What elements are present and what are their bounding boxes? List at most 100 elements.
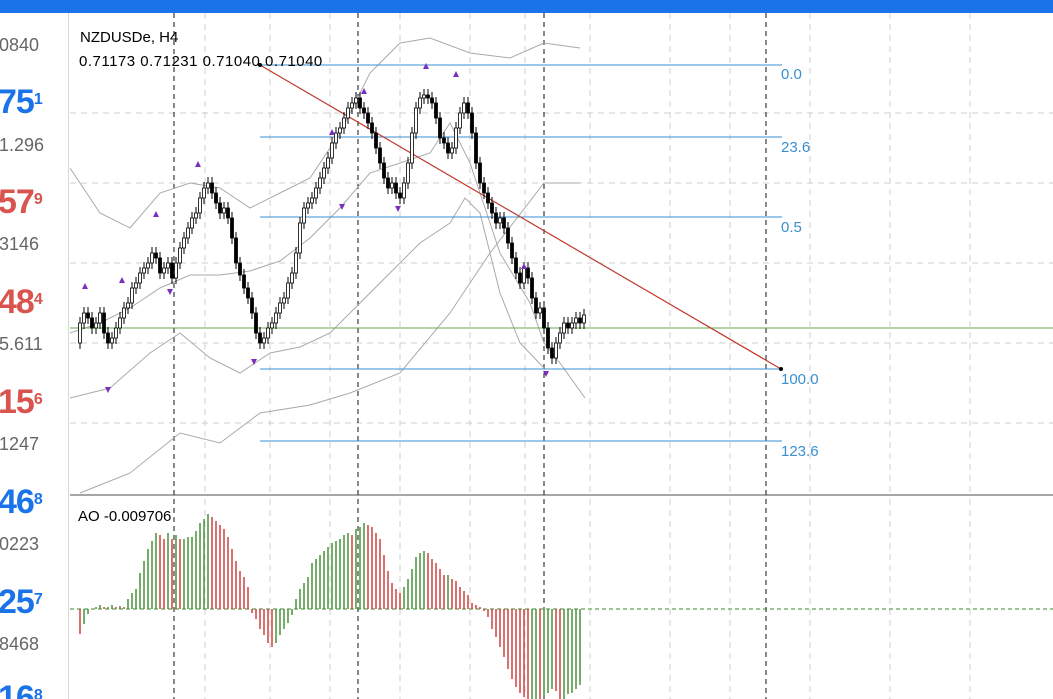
- fractal-down-marker: [105, 387, 111, 393]
- candle-body: [398, 192, 402, 199]
- candle-body: [406, 162, 410, 184]
- candle-body: [402, 182, 406, 199]
- candle-body: [362, 107, 366, 114]
- candle-body: [538, 307, 542, 314]
- quote-price-big[interactable]: 579: [0, 185, 43, 219]
- candle-body: [478, 162, 482, 184]
- candle-body: [98, 312, 102, 324]
- quote-price-big[interactable]: 156: [0, 385, 43, 419]
- candle-body: [118, 317, 122, 329]
- fib-level-label: 123.6: [781, 443, 819, 460]
- candle-body: [218, 202, 222, 214]
- candle-body: [250, 297, 254, 314]
- fractal-down-marker: [167, 289, 173, 295]
- quote-price-big[interactable]: 468: [0, 485, 43, 519]
- candle-body: [498, 217, 502, 224]
- candle-body: [78, 322, 82, 344]
- candle-body: [270, 322, 274, 329]
- candle-body: [178, 247, 182, 264]
- candle-body: [418, 97, 422, 109]
- candle-body: [310, 197, 314, 204]
- candle-body: [294, 252, 298, 274]
- candle-body: [382, 162, 386, 179]
- quotes-panel[interactable]: 0840 751 1.296 579 3146 484 5.611 156 12…: [0, 13, 69, 699]
- candle-body: [518, 272, 522, 284]
- candle-body: [142, 267, 146, 274]
- fib-level-label: 23.6: [781, 139, 811, 156]
- candle-body: [378, 147, 382, 164]
- fractal-up-marker: [119, 277, 125, 283]
- candle-body: [242, 274, 246, 289]
- fractal-up-marker: [521, 263, 527, 269]
- candle-body: [386, 177, 390, 189]
- candle-body: [482, 182, 486, 194]
- candle-body: [414, 107, 418, 134]
- candle-body: [470, 112, 474, 134]
- candle-body: [554, 342, 558, 359]
- candle-body: [542, 307, 546, 329]
- candle-body: [322, 167, 326, 179]
- price-chart[interactable]: NZDUSDe, H4 0.71173 0.71231 0.71040 0.71…: [70, 13, 1053, 699]
- quote-price-small: 1247: [0, 434, 40, 454]
- candle-body: [266, 327, 270, 339]
- candle-body: [430, 97, 434, 104]
- candle-body: [454, 127, 458, 149]
- fractal-down-marker: [339, 204, 345, 210]
- candle-body: [174, 262, 178, 279]
- candle-body: [458, 112, 462, 129]
- candle-body: [146, 262, 150, 269]
- candle-body: [446, 142, 450, 154]
- quote-price-small: 8468: [0, 634, 40, 654]
- quote-price-big[interactable]: 257: [0, 585, 43, 619]
- candle-body: [546, 327, 550, 349]
- candle-body: [170, 262, 174, 279]
- bollinger-lower-band: [70, 197, 545, 399]
- candle-body: [190, 217, 194, 229]
- candle-body: [318, 177, 322, 189]
- candle-body: [154, 252, 158, 259]
- quote-price-big[interactable]: 168: [0, 681, 43, 699]
- candle-body: [514, 257, 518, 274]
- candle-body: [290, 272, 294, 284]
- candle-body: [214, 192, 218, 204]
- candle-body: [162, 267, 166, 274]
- fractal-up-marker: [329, 129, 335, 135]
- quote-price-big[interactable]: 484: [0, 285, 43, 319]
- candle-body: [374, 132, 378, 149]
- candle-body: [354, 97, 358, 104]
- chart-canvas[interactable]: [70, 13, 1053, 699]
- candle-body: [506, 227, 510, 244]
- quote-price-small: 3146: [0, 234, 40, 254]
- candle-body: [490, 202, 494, 214]
- chart-ohlc-values: 0.71173 0.71231 0.71040 0.71040: [79, 53, 323, 70]
- candle-body: [562, 322, 566, 334]
- chart-symbol-label: NZDUSDe, H4: [80, 29, 179, 46]
- quote-price-big[interactable]: 751: [0, 85, 43, 119]
- candle-body: [286, 282, 290, 299]
- candle-body: [238, 262, 242, 276]
- candle-body: [114, 327, 118, 339]
- candle-body: [394, 182, 398, 194]
- candle-body: [410, 132, 414, 164]
- ao-indicator-label: AO -0.009706: [78, 508, 172, 525]
- candle-body: [90, 317, 94, 329]
- candle-body: [494, 212, 498, 224]
- candle-body: [522, 267, 526, 284]
- candle-body: [534, 297, 538, 314]
- candle-body: [222, 207, 226, 214]
- candle-body: [182, 237, 186, 249]
- candle-body: [366, 112, 370, 124]
- candle-body: [278, 302, 282, 314]
- candle-body: [86, 312, 90, 319]
- candle-body: [202, 187, 206, 199]
- candle-body: [326, 157, 330, 169]
- candle-body: [258, 332, 262, 344]
- candle-body: [450, 147, 454, 154]
- candle-body: [306, 202, 310, 209]
- candle-body: [230, 217, 234, 239]
- candle-body: [246, 287, 250, 299]
- quote-price-small: 1.296: [0, 135, 45, 155]
- candle-body: [442, 137, 446, 144]
- candle-body: [474, 132, 478, 164]
- quote-price-small: 5.611: [0, 334, 43, 354]
